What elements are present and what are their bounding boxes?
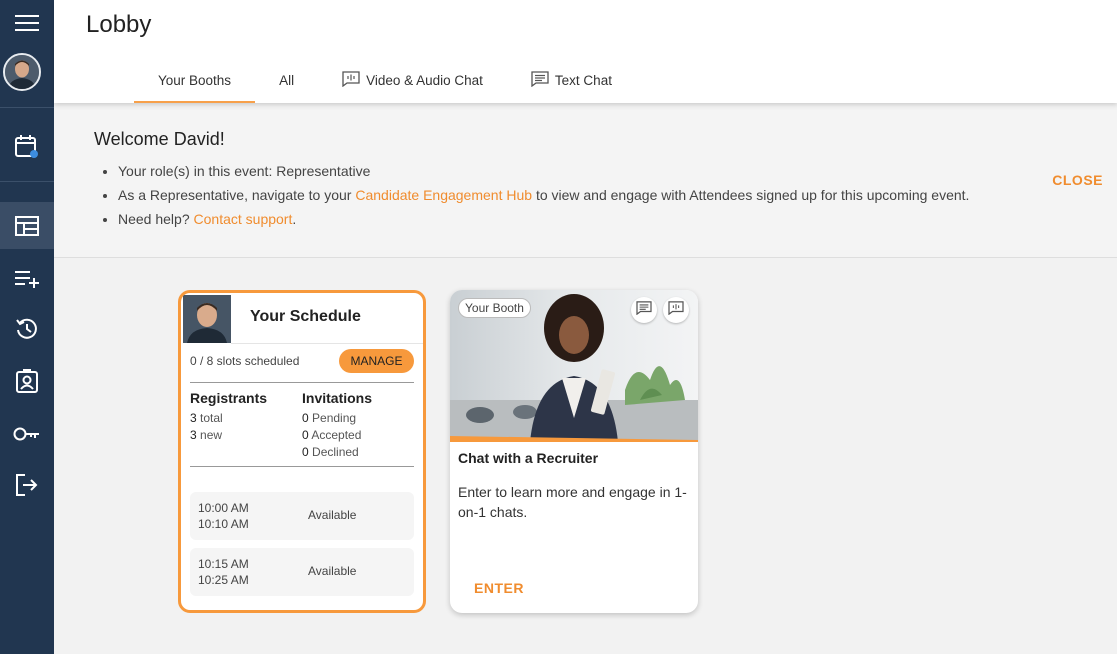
divider: [190, 382, 414, 383]
sidebar-item-dashboard[interactable]: [0, 202, 54, 249]
invitations-heading: Invitations: [302, 390, 373, 406]
nav-prefix: As a Representative, navigate to your: [118, 187, 352, 203]
list-item: As a Representative, navigate to your Ca…: [118, 186, 969, 210]
tab-label: Video & Audio Chat: [366, 73, 483, 88]
tab-text-chat[interactable]: Text Chat: [507, 58, 636, 103]
sidebar-item-history[interactable]: [0, 312, 54, 346]
sidebar-item-keys[interactable]: [0, 417, 54, 451]
slot-time: 10:15 AM 10:25 AM: [198, 556, 249, 588]
stat-label: Declined: [312, 445, 359, 459]
stat-number: 0: [302, 445, 309, 459]
nav-suffix: to view and engage with Attendees signed…: [535, 187, 970, 203]
video-chat-icon: [668, 300, 684, 320]
time-slot-row[interactable]: 10:00 AM 10:10 AM Available: [190, 492, 414, 540]
stat-label: total: [200, 411, 223, 425]
engagement-hub-link[interactable]: Candidate Engagement Hub: [355, 187, 532, 203]
list-item: Your role(s) in this event: Representati…: [118, 162, 969, 186]
sidebar: [0, 0, 54, 654]
registrants-total: 3 total: [190, 411, 223, 425]
tab-label: All: [279, 73, 295, 88]
contact-support-link[interactable]: Contact support: [194, 211, 293, 227]
sidebar-item-contacts[interactable]: [0, 364, 54, 398]
menu-button[interactable]: [0, 6, 54, 40]
close-button[interactable]: CLOSE: [1052, 172, 1103, 188]
sidebar-separator: [0, 181, 54, 182]
booth-description: Enter to learn more and engage in 1-on-1…: [458, 484, 687, 520]
header-divider: [231, 343, 423, 344]
text-chat-button[interactable]: [631, 297, 657, 323]
slot-status: Available: [308, 508, 357, 522]
text-chat-icon: [531, 71, 555, 90]
stat-label: Pending: [312, 411, 357, 425]
user-avatar[interactable]: [3, 53, 41, 91]
schedule-title: Your Schedule: [250, 308, 361, 325]
slot-start: 10:00 AM: [198, 501, 249, 515]
list-item: Need help? Contact support.: [118, 210, 969, 234]
booth-title: Chat with a Recruiter: [458, 450, 599, 466]
slot-time: 10:00 AM 10:10 AM: [198, 500, 249, 532]
dashboard-icon: [15, 215, 39, 236]
video-chat-button[interactable]: [663, 297, 689, 323]
tab-label: Text Chat: [554, 73, 612, 88]
tab-all[interactable]: All: [255, 58, 318, 103]
invitations-pending: 0 Pending: [302, 411, 356, 425]
contact-badge-icon: [16, 369, 38, 393]
sidebar-item-calendar[interactable]: [0, 130, 54, 164]
sidebar-separator: [0, 107, 54, 108]
divider: [190, 466, 414, 467]
stat-number: 0: [302, 411, 309, 425]
tab-bar: Your Booths All Video & Audio Chat Text …: [134, 58, 636, 103]
help-prefix: Need help?: [118, 211, 190, 227]
welcome-info-list: Your role(s) in this event: Representati…: [118, 162, 969, 234]
schedule-card: Your Schedule 0 / 8 slots scheduled MANA…: [178, 290, 426, 613]
page-title: Lobby: [86, 11, 152, 38]
registrants-heading: Registrants: [190, 390, 268, 406]
stat-label: new: [200, 428, 223, 442]
history-icon: [15, 317, 39, 341]
invitations-accepted: 0 Accepted: [302, 428, 361, 442]
video-chat-icon: [342, 71, 366, 90]
role-text: Your role(s) in this event: Representati…: [118, 163, 371, 179]
your-booth-badge: Your Booth: [458, 298, 531, 318]
key-icon: [13, 426, 41, 442]
stat-label: Accepted: [311, 428, 362, 442]
text-chat-icon: [636, 300, 652, 320]
booth-card[interactable]: Your Booth Chat with a Recruiter Enter t…: [450, 290, 698, 613]
stat-number: 3: [190, 428, 197, 442]
stat-number: 3: [190, 411, 197, 425]
menu-icon: [15, 14, 39, 32]
invitations-declined: 0 Declined: [302, 445, 359, 459]
slot-start: 10:15 AM: [198, 557, 249, 571]
enter-button[interactable]: ENTER: [474, 580, 524, 596]
slot-end: 10:25 AM: [198, 573, 249, 587]
stat-number: 0: [302, 428, 309, 442]
page-header: Lobby Your Booths All Video & Audio Chat…: [54, 0, 1117, 103]
sidebar-item-logout[interactable]: [0, 468, 54, 502]
welcome-title: Welcome David!: [94, 129, 225, 149]
slots-scheduled: 0 / 8 slots scheduled: [190, 354, 300, 368]
sidebar-item-playlist-add[interactable]: [0, 261, 54, 295]
welcome-banner: Welcome David! Your role(s) in this even…: [54, 110, 1117, 258]
tab-label: Your Booths: [158, 73, 232, 88]
time-slot-row[interactable]: 10:15 AM 10:25 AM Available: [190, 548, 414, 596]
registrants-new: 3 new: [190, 428, 222, 442]
help-suffix: .: [292, 211, 297, 227]
playlist-add-icon: [15, 268, 39, 288]
slot-end: 10:10 AM: [198, 517, 249, 531]
tab-video-audio-chat[interactable]: Video & Audio Chat: [318, 58, 507, 103]
slot-status: Available: [308, 564, 357, 578]
logout-icon: [15, 473, 39, 497]
manage-button[interactable]: MANAGE: [339, 349, 414, 373]
tab-your-booths[interactable]: Your Booths: [134, 58, 256, 103]
user-photo: [183, 295, 231, 343]
calendar-icon: [14, 134, 40, 160]
